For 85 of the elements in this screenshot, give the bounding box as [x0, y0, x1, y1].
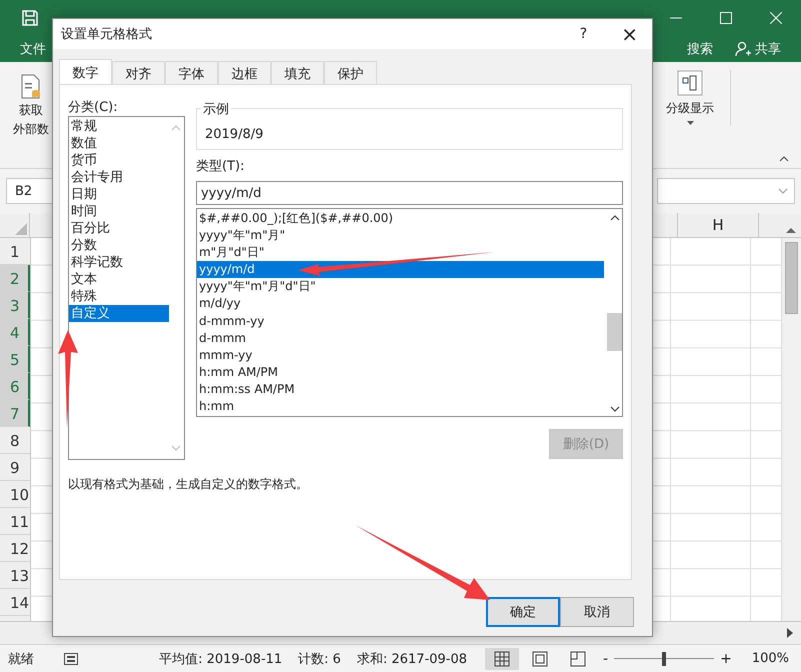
- scroll-right-icon[interactable]: [787, 628, 793, 638]
- format-item[interactable]: h:mm: [196, 398, 607, 416]
- row-header[interactable]: 8: [0, 427, 30, 454]
- tell-me-search[interactable]: 搜索: [687, 40, 713, 58]
- vertical-scrollbar[interactable]: [781, 238, 801, 621]
- outline-icon[interactable]: [677, 70, 703, 96]
- row-header[interactable]: 7: [0, 400, 30, 427]
- maximize-icon[interactable]: [720, 12, 732, 24]
- row-header[interactable]: 11: [0, 508, 30, 535]
- ribbon-tab[interactable]: 文件: [20, 40, 46, 58]
- description-text: 以现有格式为基础，生成自定义的数字格式。: [68, 476, 309, 493]
- status-statistic: 求和: 2617-09-08: [356, 650, 468, 668]
- format-item[interactable]: yyyy"年"m"月"d"日": [196, 278, 607, 296]
- dialog-tab[interactable]: 数字: [59, 59, 112, 86]
- format-item[interactable]: d-mmm: [196, 330, 607, 347]
- ribbon-label: 获取: [19, 102, 43, 119]
- share-button[interactable]: 共享: [755, 40, 781, 58]
- category-item[interactable]: 自定义: [69, 305, 169, 322]
- row-header[interactable]: 4: [0, 319, 30, 346]
- person-icon: [735, 41, 751, 57]
- format-item[interactable]: h:mm:ss AM/PM: [196, 380, 607, 398]
- row-header[interactable]: 2: [0, 265, 30, 292]
- zoom-in-button[interactable]: +: [720, 650, 732, 666]
- dialog-button[interactable]: 确定: [486, 597, 560, 627]
- zoom-level[interactable]: 100%: [752, 651, 789, 666]
- close-button[interactable]: ×: [621, 22, 638, 46]
- category-item[interactable]: 常规: [69, 118, 169, 135]
- format-item[interactable]: $#,##0.00_);[红色]($#,##0.00): [196, 210, 607, 228]
- category-item[interactable]: 分数: [69, 237, 169, 254]
- caret-icon: [686, 121, 694, 125]
- category-item[interactable]: 百分比: [69, 220, 169, 237]
- sample-label: 示例: [200, 100, 231, 118]
- category-item[interactable]: 文本: [69, 271, 169, 288]
- category-item[interactable]: 数值: [69, 135, 169, 152]
- sample-value: 2019/8/9: [204, 127, 264, 142]
- row-header[interactable]: 6: [0, 373, 30, 400]
- row-header[interactable]: 14: [0, 589, 30, 616]
- collapse-ribbon-icon[interactable]: [779, 156, 789, 162]
- close-icon[interactable]: [770, 12, 782, 24]
- scrollbar-thumb[interactable]: [607, 313, 622, 351]
- dialog-tab[interactable]: 字体: [165, 61, 218, 86]
- normal-view-icon[interactable]: [485, 648, 520, 670]
- zoom-out-button[interactable]: -: [603, 650, 608, 666]
- format-item[interactable]: m/d/yy: [196, 295, 607, 313]
- format-item[interactable]: mmm-yy: [196, 346, 607, 364]
- dialog-title: 设置单元格格式: [61, 26, 152, 43]
- macro-record-icon[interactable]: [64, 652, 78, 664]
- dialog-tab[interactable]: 填充: [271, 61, 324, 86]
- row-header[interactable]: 9: [0, 454, 30, 481]
- format-item[interactable]: yyyy"年"m"月": [196, 227, 607, 244]
- help-button[interactable]: ?: [580, 26, 588, 42]
- dialog-tab[interactable]: 对齐: [112, 61, 165, 86]
- row-header[interactable]: 13: [0, 562, 30, 589]
- category-item[interactable]: 科学记数: [69, 254, 169, 271]
- chevron-icon: [778, 188, 788, 194]
- row-header[interactable]: 12: [0, 535, 30, 562]
- zoom-thumb[interactable]: [662, 652, 666, 666]
- outline-button[interactable]: 分级显示: [666, 100, 714, 117]
- category-item[interactable]: 特殊: [69, 288, 169, 305]
- status-statistic: 计数: 6: [298, 650, 341, 668]
- category-item[interactable]: 会计专用: [69, 169, 169, 186]
- type-label: 类型(T):: [196, 158, 246, 176]
- dialog-button[interactable]: 取消: [560, 597, 634, 627]
- category-label: 分类(C):: [68, 99, 119, 117]
- scroll-up-icon[interactable]: [610, 215, 620, 221]
- column-header[interactable]: H: [677, 213, 759, 237]
- dialog-tab[interactable]: 边框: [218, 61, 271, 86]
- format-item[interactable]: d-mmm-yy: [196, 312, 607, 330]
- category-item[interactable]: 货币: [69, 152, 169, 169]
- row-header[interactable]: 10: [0, 481, 30, 508]
- status-text: 就绪: [8, 650, 34, 668]
- category-item[interactable]: 日期: [69, 186, 169, 203]
- row-header[interactable]: 5: [0, 346, 30, 373]
- status-statistic: 平均值: 2019-08-11: [159, 650, 282, 668]
- category-item[interactable]: 时间: [69, 203, 169, 220]
- row-header[interactable]: 3: [0, 292, 30, 319]
- type-field[interactable]: yyyy/m/d: [196, 181, 623, 205]
- scroll-down-icon[interactable]: [610, 406, 620, 412]
- ribbon-label: 外部数: [13, 121, 49, 138]
- formula-field[interactable]: [657, 178, 795, 204]
- dialog-tab[interactable]: 保护: [324, 61, 377, 86]
- format-item[interactable]: yyyy/m/d: [196, 261, 604, 278]
- format-item[interactable]: h:mm AM/PM: [196, 364, 607, 381]
- format-item[interactable]: m"月"d"日": [196, 244, 607, 262]
- save-icon[interactable]: [22, 10, 38, 26]
